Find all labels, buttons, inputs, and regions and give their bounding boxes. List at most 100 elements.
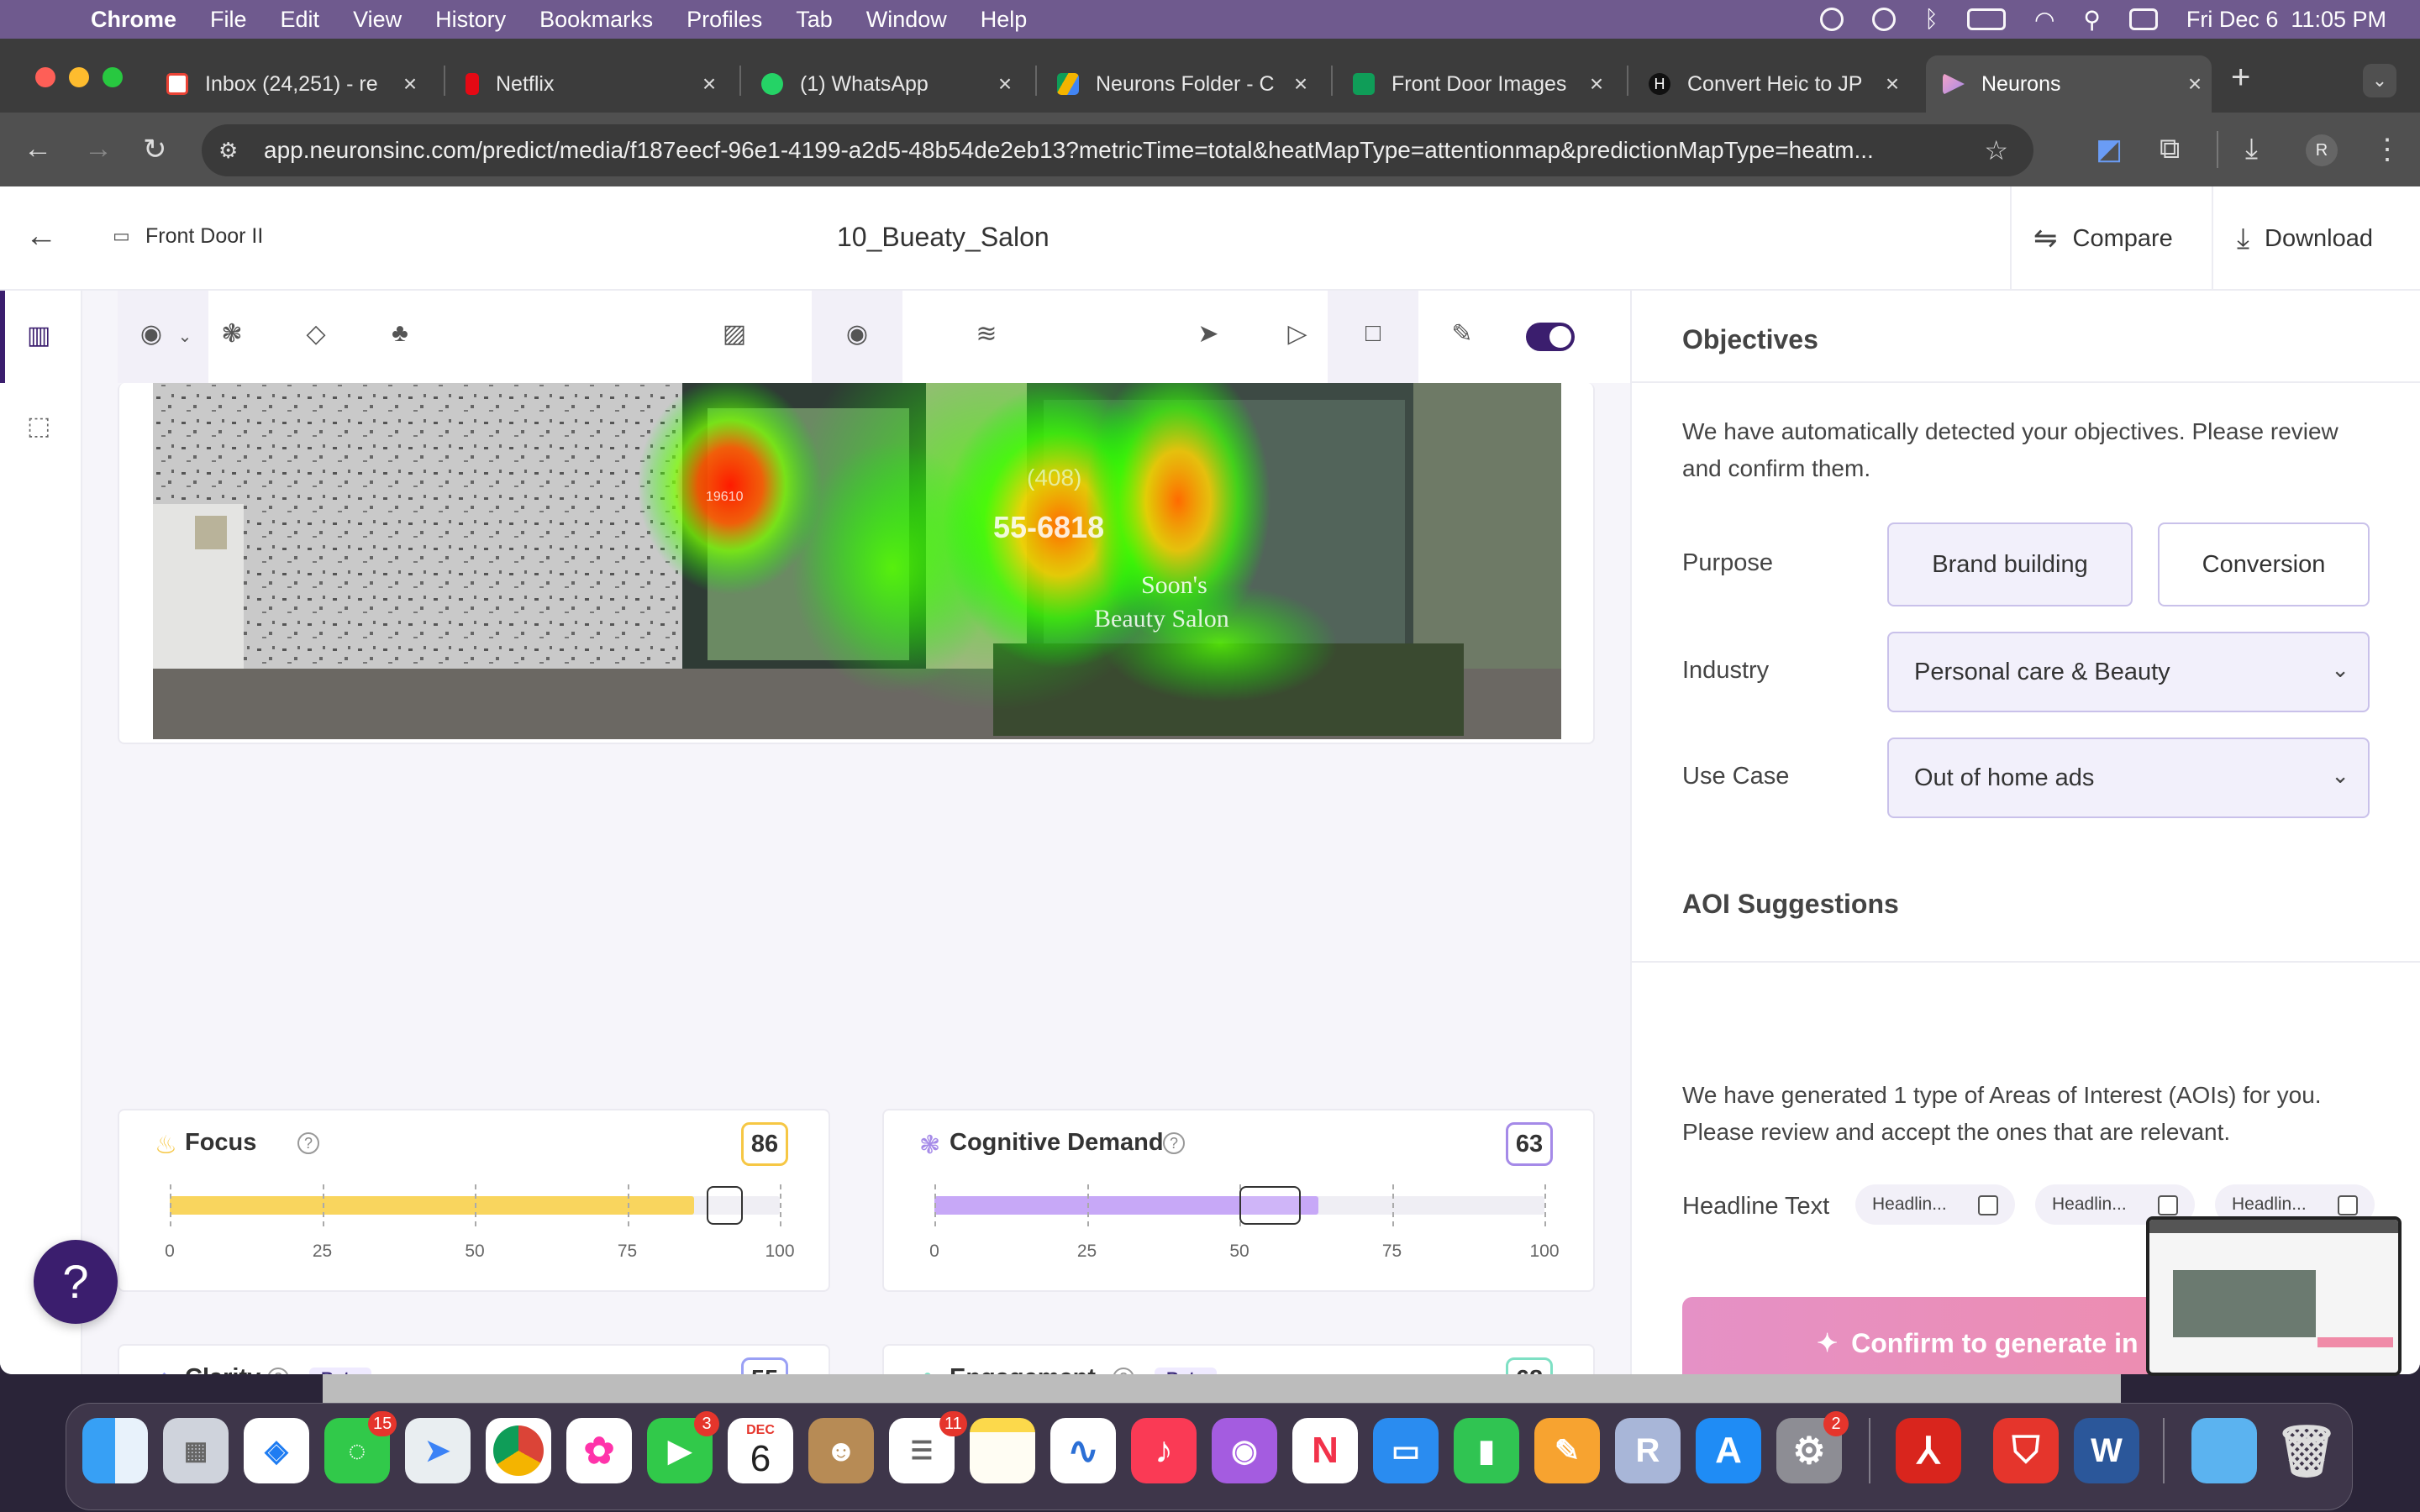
- tab-google-drive[interactable]: Neurons Folder - C ×: [1040, 55, 1318, 113]
- contacts-icon[interactable]: ☻: [808, 1418, 874, 1483]
- tab-gmail[interactable]: Inbox (24,251) - re ×: [150, 55, 427, 113]
- chatgpt-icon[interactable]: [1872, 8, 1897, 31]
- spotlight-search-icon[interactable]: ⚲: [2083, 6, 2101, 34]
- app-store-icon[interactable]: A: [1696, 1418, 1761, 1483]
- engagement-tool-icon[interactable]: ♣: [381, 319, 418, 348]
- compare-button[interactable]: ⇋ Compare: [2033, 217, 2173, 260]
- new-tab-icon[interactable]: +: [2231, 59, 2250, 97]
- back-arrow-icon[interactable]: ←: [25, 218, 57, 255]
- menu-edit[interactable]: Edit: [281, 7, 320, 33]
- screenshot-thumbnail[interactable]: [2146, 1216, 2402, 1376]
- close-tab-icon[interactable]: ×: [692, 71, 726, 97]
- purpose-brand-building-button[interactable]: Brand building: [1887, 522, 2133, 606]
- chrome-icon[interactable]: [486, 1418, 551, 1483]
- bluetooth-icon[interactable]: ᛒ: [1924, 6, 1939, 33]
- podcasts-icon[interactable]: ◉: [1212, 1418, 1277, 1483]
- help-icon[interactable]: ?: [297, 1132, 319, 1154]
- site-settings-icon[interactable]: ⚙: [218, 138, 238, 164]
- creative-cloud-icon[interactable]: [1820, 8, 1844, 31]
- keynote-icon[interactable]: ▭: [1373, 1418, 1439, 1483]
- close-tab-icon[interactable]: ×: [1580, 71, 1613, 97]
- wifi-icon[interactable]: ◠: [2034, 6, 2054, 34]
- benchmark-range-marker[interactable]: [706, 1186, 744, 1225]
- translate-extension-icon[interactable]: ◩: [2096, 133, 2123, 166]
- extensions-icon[interactable]: ⧉: [2160, 133, 2180, 165]
- close-tab-icon[interactable]: ×: [1876, 71, 1909, 97]
- news-icon[interactable]: N: [1292, 1418, 1358, 1483]
- reload-icon[interactable]: ↻: [143, 133, 167, 166]
- fog-map-icon[interactable]: ≋: [968, 319, 1005, 349]
- tab-neurons[interactable]: Neurons ×: [1926, 55, 2212, 113]
- breadcrumb[interactable]: Front Door II: [145, 224, 263, 249]
- trash-icon[interactable]: 🗑: [2274, 1418, 2339, 1483]
- polygon-pointer-icon[interactable]: ▷: [1279, 319, 1316, 349]
- control-center-icon[interactable]: [2128, 8, 2158, 30]
- music-icon[interactable]: ♪: [1131, 1418, 1197, 1483]
- help-icon[interactable]: ?: [1113, 1368, 1134, 1374]
- aoi-chip-headline-1[interactable]: Headlin...: [1855, 1184, 2015, 1225]
- tab-heic-converter[interactable]: H Convert Heic to JP ×: [1632, 55, 1909, 113]
- photos-icon[interactable]: ✿: [566, 1418, 632, 1483]
- tab-search-icon[interactable]: ⌄: [2363, 64, 2396, 97]
- minimize-window-button[interactable]: [69, 67, 89, 87]
- pages-icon[interactable]: ✎: [1534, 1418, 1600, 1483]
- heatmap-view-icon[interactable]: ◉: [839, 319, 876, 349]
- menu-bookmarks[interactable]: Bookmarks: [539, 7, 653, 33]
- use-case-select[interactable]: Out of home ads ⌄: [1887, 738, 2370, 818]
- close-window-button[interactable]: [35, 67, 55, 87]
- menu-file[interactable]: File: [210, 7, 247, 33]
- address-bar[interactable]: ⚙ app.neuronsinc.com/predict/media/f187e…: [202, 124, 2033, 176]
- word-icon[interactable]: W: [2074, 1418, 2139, 1483]
- notes-icon[interactable]: [970, 1418, 1035, 1483]
- safari-icon[interactable]: ◈: [244, 1418, 309, 1483]
- forward-icon[interactable]: →: [84, 133, 113, 165]
- bookmark-star-icon[interactable]: ☆: [1984, 134, 2008, 166]
- battery-icon[interactable]: [1966, 8, 2006, 30]
- pen-tool-icon[interactable]: ✎: [1444, 319, 1481, 349]
- launchpad-icon[interactable]: ▦: [163, 1418, 229, 1483]
- calendar-icon[interactable]: DEC 6: [728, 1418, 793, 1483]
- download-button[interactable]: ⤓ Download: [2237, 217, 2373, 260]
- menu-history[interactable]: History: [435, 7, 506, 33]
- acrobat-icon[interactable]: ⅄: [1896, 1418, 1961, 1483]
- help-icon[interactable]: ?: [267, 1368, 289, 1374]
- zoom-window-button[interactable]: [103, 67, 123, 87]
- tab-google-sheets[interactable]: Front Door Images ×: [1336, 55, 1613, 113]
- cognitive-demand-tool-icon[interactable]: ❃: [213, 319, 250, 349]
- attention-map-icon[interactable]: ◉: [133, 319, 170, 349]
- close-tab-icon[interactable]: ×: [1284, 71, 1318, 97]
- tab-whatsapp[interactable]: (1) WhatsApp ×: [744, 55, 1022, 113]
- menu-app-name[interactable]: Chrome: [91, 7, 176, 33]
- menubar-clock[interactable]: Fri Dec 6 11:05 PM: [2186, 7, 2386, 33]
- industry-select[interactable]: Personal care & Beauty ⌄: [1887, 632, 2370, 712]
- r-app-icon[interactable]: R: [1615, 1418, 1681, 1483]
- heatmap-image[interactable]: 19610 (408) 55-6818 Soon's Beauty Salon: [153, 383, 1561, 832]
- purpose-conversion-button[interactable]: Conversion: [2158, 522, 2370, 606]
- rectangle-tool-icon[interactable]: □: [1355, 319, 1392, 348]
- chevron-down-icon[interactable]: ⌄: [166, 326, 203, 347]
- select-pointer-icon[interactable]: ➤: [1190, 319, 1227, 349]
- chrome-menu-icon[interactable]: ⋮: [2373, 133, 2402, 166]
- help-icon[interactable]: ?: [1163, 1132, 1185, 1154]
- tab-netflix[interactable]: Netflix ×: [449, 55, 726, 113]
- close-tab-icon[interactable]: ×: [2178, 71, 2212, 97]
- overlay-toggle[interactable]: [1526, 323, 1575, 351]
- clarity-tool-icon[interactable]: ◇: [297, 319, 334, 349]
- benchmark-range-marker[interactable]: [1239, 1186, 1301, 1225]
- aoi-crop-icon[interactable]: ⬚: [27, 412, 50, 441]
- back-icon[interactable]: ←: [24, 133, 52, 165]
- downloads-icon[interactable]: ⤓: [2245, 133, 2258, 165]
- image-view-icon[interactable]: ▨: [716, 319, 753, 349]
- chip-checkbox[interactable]: [1978, 1195, 1998, 1215]
- freeform-icon[interactable]: ∿: [1050, 1418, 1116, 1483]
- menu-tab[interactable]: Tab: [796, 7, 833, 33]
- chip-checkbox[interactable]: [2338, 1195, 2358, 1215]
- profile-avatar[interactable]: R: [2306, 134, 2338, 166]
- antivirus-shield-icon[interactable]: ⛉: [1993, 1418, 2059, 1483]
- menu-view[interactable]: View: [353, 7, 402, 33]
- numbers-icon[interactable]: ▮: [1454, 1418, 1519, 1483]
- downloads-folder-icon[interactable]: [2191, 1418, 2257, 1483]
- finder-icon[interactable]: [82, 1418, 148, 1483]
- analytics-icon[interactable]: ▥: [27, 321, 50, 350]
- close-tab-icon[interactable]: ×: [988, 71, 1022, 97]
